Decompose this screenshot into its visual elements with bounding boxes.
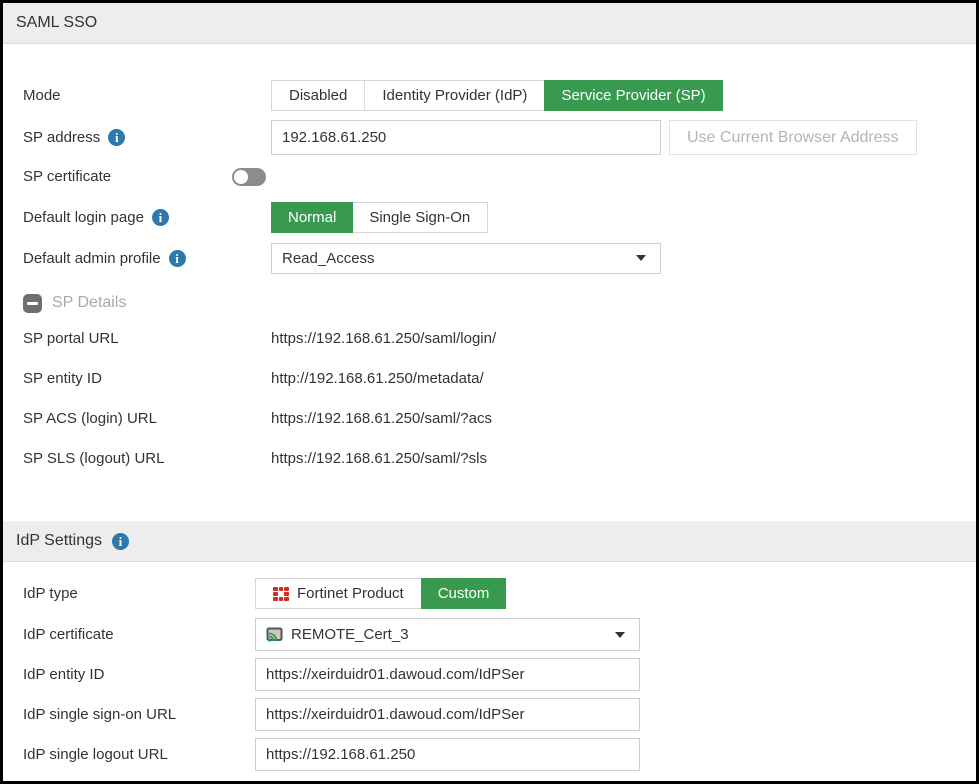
sp-certificate-label: SP certificate [23, 168, 232, 185]
login-page-option-normal[interactable]: Normal [271, 202, 353, 233]
sp-sls-url-row: SP SLS (logout) URL https://192.168.61.2… [23, 438, 962, 478]
sp-address-label: SP address i [23, 129, 271, 146]
default-login-page-row: Default login page i Normal Single Sign-… [23, 202, 962, 233]
default-admin-profile-label: Default admin profile i [23, 250, 271, 267]
sp-certificate-toggle[interactable] [232, 168, 266, 186]
login-page-option-sso[interactable]: Single Sign-On [352, 203, 487, 232]
idp-certificate-label: IdP certificate [23, 626, 255, 643]
idp-settings-title: IdP Settings [16, 532, 102, 550]
default-login-page-label: Default login page i [23, 209, 271, 226]
sp-address-row: SP address i Use Current Browser Address [23, 120, 962, 155]
sp-sls-url-value: https://192.168.61.250/saml/?sls [271, 450, 487, 467]
info-icon[interactable]: i [152, 209, 169, 226]
mode-option-sp[interactable]: Service Provider (SP) [544, 80, 722, 111]
idp-entity-id-row: IdP entity ID [23, 658, 962, 691]
toggle-knob-icon [234, 170, 248, 184]
sp-entity-id-row: SP entity ID http://192.168.61.250/metad… [23, 358, 962, 398]
idp-certificate-selected-value: REMOTE_Cert_3 [291, 626, 409, 643]
sp-details-header[interactable]: SP Details [23, 288, 962, 318]
collapse-minus-icon[interactable] [23, 294, 42, 313]
sp-address-input[interactable] [271, 120, 661, 155]
idp-type-segmented-control: Fortinet Product Custom [255, 578, 506, 609]
idp-sso-url-row: IdP single sign-on URL [23, 698, 962, 731]
chevron-down-icon [636, 255, 646, 261]
mode-option-disabled[interactable]: Disabled [272, 81, 365, 110]
idp-slo-url-input[interactable] [255, 738, 640, 771]
idp-settings-header-bar: IdP Settings i [3, 521, 976, 562]
sp-entity-id-value: http://192.168.61.250/metadata/ [271, 370, 484, 387]
saml-sso-panel: SAML SSO Mode Disabled Identity Provider… [0, 0, 979, 784]
idp-type-row: IdP type Fortinet Product Custom [23, 578, 962, 609]
idp-slo-url-row: IdP single logout URL [23, 738, 962, 771]
idp-entity-id-label: IdP entity ID [23, 666, 255, 683]
sp-portal-url-row: SP portal URL https://192.168.61.250/sam… [23, 318, 962, 358]
idp-sso-url-input[interactable] [255, 698, 640, 731]
mode-option-idp[interactable]: Identity Provider (IdP) [365, 81, 545, 110]
sp-details-title: SP Details [52, 294, 126, 312]
idp-slo-url-label: IdP single logout URL [23, 746, 255, 763]
idp-type-option-custom[interactable]: Custom [421, 578, 507, 609]
sp-portal-url-value: https://192.168.61.250/saml/login/ [271, 330, 496, 347]
info-icon[interactable]: i [169, 250, 186, 267]
idp-certificate-row: IdP certificate REMOTE_Cert_3 [23, 618, 962, 651]
info-icon[interactable]: i [108, 129, 125, 146]
idp-type-label: IdP type [23, 585, 255, 602]
fortinet-grid-icon [273, 587, 289, 601]
saml-sso-header-bar: SAML SSO [3, 3, 976, 44]
info-icon[interactable]: i [112, 533, 129, 550]
default-admin-profile-row: Default admin profile i Read_Access [23, 242, 962, 274]
admin-profile-select[interactable]: Read_Access [271, 243, 661, 274]
idp-entity-id-input[interactable] [255, 658, 640, 691]
login-page-segmented-control: Normal Single Sign-On [271, 202, 488, 233]
sp-acs-url-row: SP ACS (login) URL https://192.168.61.25… [23, 398, 962, 438]
remote-certificate-icon [266, 627, 283, 642]
admin-profile-selected-value: Read_Access [282, 250, 375, 267]
sp-acs-url-value: https://192.168.61.250/saml/?acs [271, 410, 492, 427]
page-title: SAML SSO [16, 14, 97, 32]
sp-certificate-row: SP certificate [23, 164, 962, 189]
idp-type-option-fortinet[interactable]: Fortinet Product [256, 579, 422, 608]
idp-sso-url-label: IdP single sign-on URL [23, 706, 255, 723]
mode-label: Mode [23, 87, 271, 104]
use-current-browser-address-button[interactable]: Use Current Browser Address [669, 120, 917, 155]
mode-row: Mode Disabled Identity Provider (IdP) Se… [23, 80, 962, 111]
chevron-down-icon [615, 632, 625, 638]
mode-segmented-control: Disabled Identity Provider (IdP) Service… [271, 80, 723, 111]
idp-certificate-select[interactable]: REMOTE_Cert_3 [255, 618, 640, 651]
